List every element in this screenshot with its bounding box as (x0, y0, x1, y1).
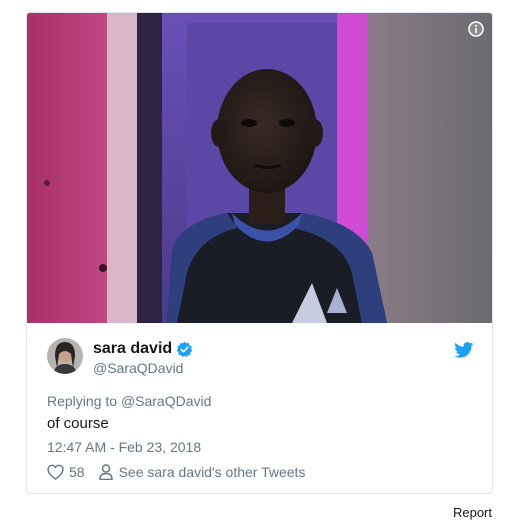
tweet-actions: 58 See sara david's other Tweets (47, 464, 305, 480)
avatar[interactable] (47, 338, 83, 374)
avatar-image (47, 338, 83, 374)
tweet-photo[interactable] (27, 13, 492, 323)
heart-icon[interactable] (47, 464, 64, 480)
like-count[interactable]: 58 (69, 464, 85, 480)
tweet-text: of course (47, 415, 109, 432)
info-icon[interactable] (468, 21, 484, 37)
person-icon (98, 464, 113, 480)
author-name-row[interactable]: sara david (93, 340, 193, 358)
twitter-bird-icon[interactable] (454, 342, 474, 358)
author-display-name[interactable]: sara david (93, 340, 172, 358)
verified-badge-icon (176, 341, 193, 357)
report-link[interactable]: Report (453, 505, 492, 520)
replying-to-line: Replying to @SaraQDavid (47, 393, 211, 409)
tweet-author-header: sara david @SaraQDavid (47, 338, 474, 378)
embedded-tweet-card[interactable]: sara david @SaraQDavid Replying to @Sara… (26, 12, 493, 494)
tweet-timestamp[interactable]: 12:47 AM - Feb 23, 2018 (47, 439, 201, 455)
replying-to-handle-link[interactable]: @SaraQDavid (121, 393, 211, 409)
see-other-tweets-link[interactable]: See sara david's other Tweets (119, 464, 306, 480)
author-handle[interactable]: @SaraQDavid (93, 360, 183, 376)
photo-illustration (27, 13, 492, 323)
replying-prefix: Replying to (47, 393, 118, 409)
